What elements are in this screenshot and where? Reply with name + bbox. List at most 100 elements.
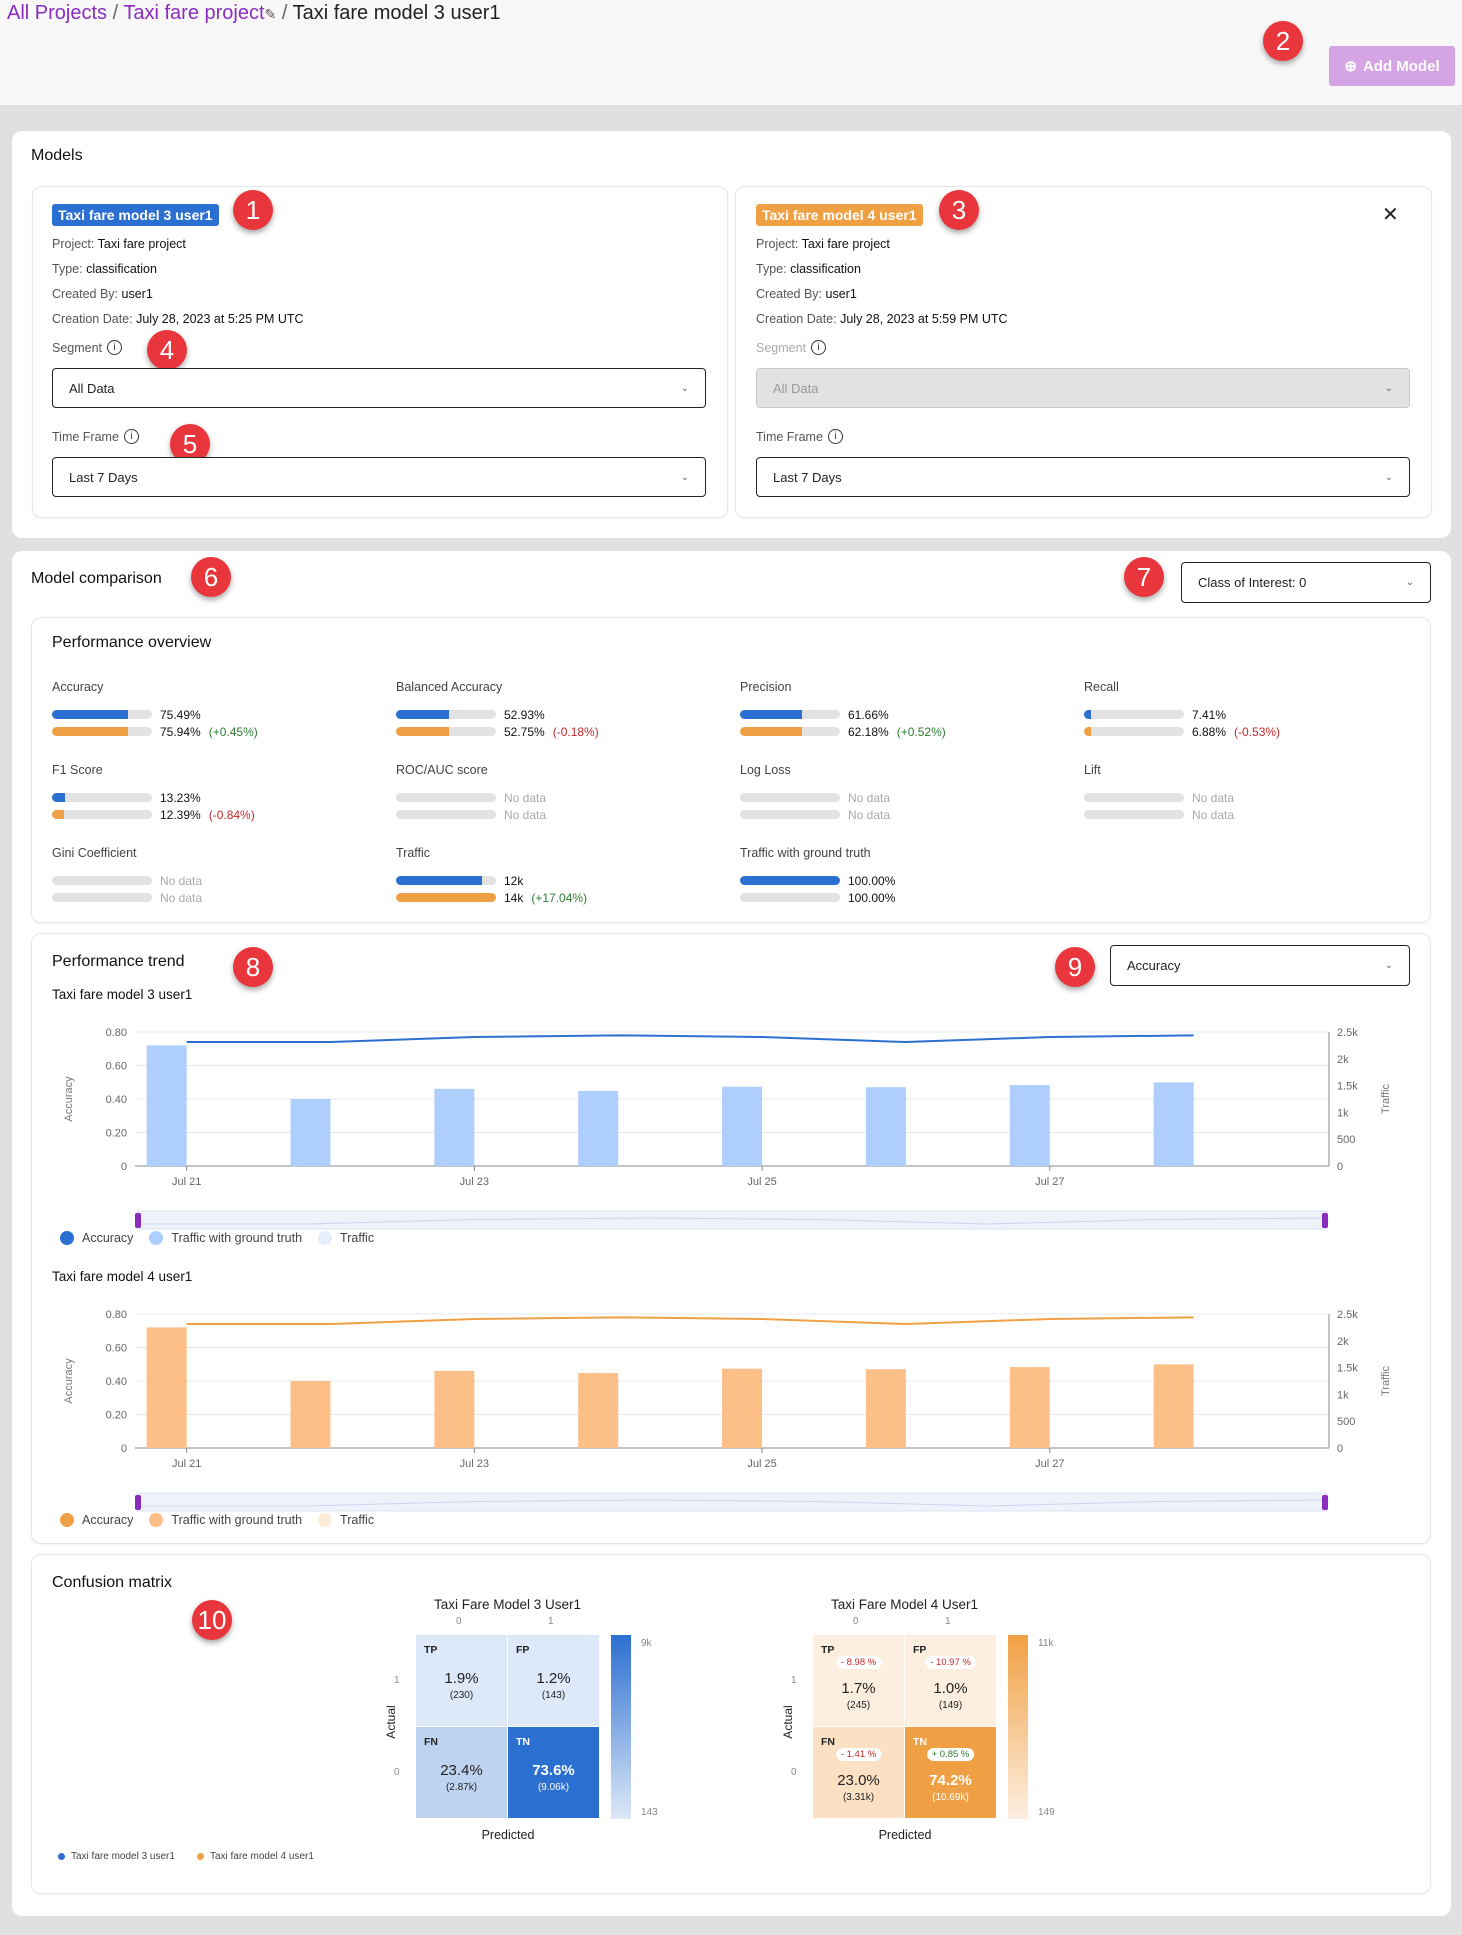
metric-value: 52.75%: [504, 724, 545, 739]
timeframe-dropdown[interactable]: Last 7 Days ⌄: [756, 457, 1410, 497]
close-icon[interactable]: ✕: [1382, 202, 1399, 227]
slider-handle[interactable]: [1322, 1495, 1328, 1510]
cell-count: (9.06k): [537, 1782, 570, 1793]
y2-axis-label: Traffic: [1380, 1084, 1392, 1114]
legend-swatch[interactable]: [318, 1513, 333, 1527]
meta-value: Taxi fare project: [97, 237, 186, 251]
traffic-gt-bar[interactable]: [146, 1327, 187, 1448]
matrix-cell-fp[interactable]: FP 1.2% (143): [508, 1635, 599, 1726]
matrix-title: Taxi Fare Model 4 User1: [830, 1597, 979, 1612]
timeframe-label: Time Frame i: [756, 429, 843, 444]
slider-handle[interactable]: [135, 1213, 141, 1228]
models-title: Models: [31, 147, 83, 164]
legend-label[interactable]: Traffic with ground truth: [171, 1231, 302, 1245]
metric-traffic-with-ground-truth: Traffic with ground truth 100.00% 100.00%: [740, 846, 895, 906]
legend-label[interactable]: Accuracy: [82, 1231, 133, 1245]
metric-bar: [52, 893, 152, 902]
legend-label[interactable]: Traffic: [340, 1231, 374, 1245]
slider-handle[interactable]: [135, 1495, 141, 1510]
metric-bar: [1084, 710, 1184, 719]
legend-swatch[interactable]: [60, 1231, 74, 1245]
traffic-gt-bar[interactable]: [578, 1372, 619, 1448]
metric-row-model-3: 75.49%: [52, 706, 258, 723]
metric-bar: [740, 876, 840, 885]
cell-count: (3.31k): [842, 1792, 875, 1803]
breadcrumb-all-projects[interactable]: All Projects: [7, 2, 107, 24]
metric-row-model-3: 52.93%: [396, 706, 599, 723]
matrix-cell-tp[interactable]: TP - 8.98 % 1.7% (245): [813, 1635, 904, 1726]
matrix-cell-fp[interactable]: FP - 10.97 % 1.0% (149): [905, 1635, 996, 1726]
annotation-badge: 1: [233, 190, 273, 230]
traffic-gt-bar[interactable]: [865, 1369, 906, 1448]
meta-row: Project: Taxi fare project: [52, 232, 304, 257]
traffic-gt-bar[interactable]: [434, 1370, 475, 1448]
matrix-cell-fn[interactable]: FN 23.4% (2.87k): [416, 1727, 507, 1818]
traffic-gt-bar[interactable]: [722, 1086, 763, 1166]
metric-row-model-3: 7.41%: [1084, 706, 1280, 723]
row-label: 1: [791, 1675, 797, 1686]
metric-bar: [1084, 727, 1184, 736]
external-edit-icon[interactable]: ✎: [265, 6, 277, 22]
traffic-gt-bar[interactable]: [146, 1045, 187, 1166]
metric-bar: [396, 710, 496, 719]
traffic-gt-bar[interactable]: [865, 1087, 906, 1166]
y-tick-label: 0: [121, 1161, 127, 1173]
matrix-cell-tn[interactable]: TN + 0.85 % 74.2% (10.69k): [905, 1727, 996, 1818]
legend-swatch[interactable]: [318, 1231, 333, 1245]
legend-swatch[interactable]: [149, 1231, 164, 1245]
metric-value: 100.00%: [848, 873, 896, 888]
metric-bar: [52, 810, 152, 819]
matrix-cell-tn[interactable]: TN 73.6% (9.06k): [508, 1727, 599, 1818]
cell-tag: TP: [424, 1644, 438, 1656]
breadcrumb: All Projects / Taxi fare project✎ / Taxi…: [7, 2, 500, 25]
slider-handle[interactable]: [1322, 1213, 1328, 1228]
cell-percent: 1.7%: [841, 1680, 876, 1697]
traffic-gt-bar[interactable]: [722, 1368, 763, 1448]
legend-label[interactable]: Traffic: [340, 1513, 374, 1527]
metric-bar-fill: [52, 793, 66, 802]
add-model-button[interactable]: ⊕ Add Model: [1329, 46, 1455, 86]
legend-label[interactable]: Accuracy: [82, 1513, 133, 1527]
timeframe-dropdown[interactable]: Last 7 Days ⌄: [52, 457, 706, 497]
trend-metric-dropdown[interactable]: Accuracy ⌄: [1110, 945, 1410, 986]
x-tick-label: Jul 21: [172, 1176, 201, 1188]
traffic-gt-bar[interactable]: [1153, 1082, 1194, 1166]
traffic-gt-bar[interactable]: [1009, 1367, 1050, 1448]
segment-dropdown[interactable]: All Data ⌄: [52, 368, 706, 408]
legend-swatch[interactable]: [149, 1513, 164, 1527]
metric-log-loss: Log Loss No data No data: [740, 763, 890, 823]
meta-value: user1: [825, 287, 857, 301]
traffic-gt-bar[interactable]: [290, 1381, 331, 1448]
metric-bar: [1084, 793, 1184, 802]
metric-value: No data: [848, 790, 891, 805]
legend-swatch[interactable]: [60, 1513, 74, 1527]
traffic-gt-bar[interactable]: [290, 1099, 331, 1166]
traffic-gt-bar[interactable]: [1009, 1085, 1050, 1166]
info-icon[interactable]: i: [123, 429, 139, 444]
info-icon[interactable]: i: [811, 340, 827, 355]
chevron-down-icon: ⌄: [1405, 577, 1414, 588]
y2-tick-label: 2k: [1337, 1336, 1349, 1348]
breadcrumb-project[interactable]: Taxi fare project: [123, 2, 264, 24]
traffic-gt-bar[interactable]: [578, 1090, 619, 1166]
legend-label[interactable]: Traffic with ground truth: [171, 1513, 302, 1527]
traffic-gt-bar[interactable]: [434, 1088, 475, 1166]
matrix-cell-fn[interactable]: FN - 1.41 % 23.0% (3.31k): [813, 1727, 904, 1818]
actual-axis-label: Actual: [384, 1705, 398, 1739]
metric-bar: [396, 810, 496, 819]
info-icon[interactable]: i: [827, 429, 843, 444]
class-of-interest-dropdown[interactable]: Class of Interest: 0 ⌄: [1181, 562, 1431, 603]
scale-max-label: 11k: [1038, 1638, 1054, 1649]
performance-trend-title: Performance trend: [52, 953, 185, 970]
annotation-badge: 7: [1124, 557, 1164, 597]
column-label: 1: [548, 1616, 554, 1627]
traffic-gt-bar[interactable]: [1153, 1364, 1194, 1448]
metric-delta: (+0.52%): [896, 724, 946, 739]
scale-min-label: 149: [1038, 1807, 1055, 1818]
metric-value: No data: [1192, 807, 1235, 822]
info-icon[interactable]: i: [107, 340, 123, 355]
metric-bar-fill: [740, 876, 840, 885]
metric-label: F1 Score: [52, 763, 103, 777]
matrix-cell-tp[interactable]: TP 1.9% (230): [416, 1635, 507, 1726]
add-model-label: Add Model: [1362, 57, 1440, 75]
